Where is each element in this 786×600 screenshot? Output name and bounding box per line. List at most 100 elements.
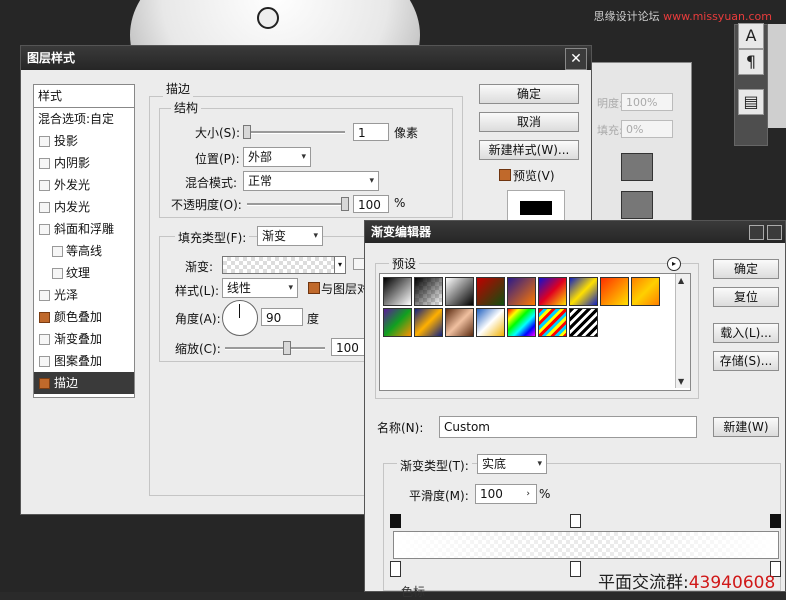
style-checkbox[interactable] xyxy=(39,290,50,301)
style-checkbox[interactable] xyxy=(52,268,63,279)
opacity-slider-handle[interactable] xyxy=(341,197,349,211)
blend-options-item[interactable]: 混合选项:自定 xyxy=(34,108,134,130)
style-item[interactable]: 内发光 xyxy=(34,196,134,218)
maximize-icon[interactable] xyxy=(767,225,782,240)
minimize-icon[interactable] xyxy=(749,225,764,240)
ge-save-button[interactable]: 存储(S)... xyxy=(713,351,779,371)
style-checkbox[interactable] xyxy=(52,246,63,257)
new-style-button[interactable]: 新建样式(W)... xyxy=(479,140,579,160)
opacity-stop-right[interactable] xyxy=(770,514,781,528)
style-item[interactable]: 颜色叠加 xyxy=(34,306,134,328)
preset-swatch[interactable] xyxy=(476,277,505,306)
style-item[interactable]: 投影 xyxy=(34,130,134,152)
style-item-label: 光泽 xyxy=(54,288,79,302)
preset-swatch[interactable] xyxy=(445,277,474,306)
blend-mode-select[interactable]: 正常 ▾ xyxy=(243,171,379,191)
preset-swatch[interactable] xyxy=(600,277,629,306)
smoothness-unit: % xyxy=(539,487,551,501)
preset-swatch[interactable] xyxy=(538,277,567,306)
style-checkbox[interactable] xyxy=(39,202,50,213)
angle-input[interactable]: 90 xyxy=(261,308,303,326)
style-item[interactable]: 等高线 xyxy=(34,240,134,262)
color-stop-left[interactable] xyxy=(390,561,401,577)
styles-header[interactable]: 样式 xyxy=(34,85,134,108)
size-slider[interactable] xyxy=(243,131,345,134)
preset-swatch[interactable] xyxy=(507,308,536,337)
style-checkbox[interactable] xyxy=(39,312,50,323)
preset-swatch[interactable] xyxy=(631,277,660,306)
style-checkbox[interactable] xyxy=(39,334,50,345)
gradient-type-label: 渐变类型(T): xyxy=(397,457,472,474)
size-input[interactable]: 1 xyxy=(353,123,389,141)
style-item[interactable]: 光泽 xyxy=(34,284,134,306)
gradient-editor-titlebar[interactable]: 渐变编辑器 xyxy=(365,221,785,243)
layers-opacity-field[interactable]: 100% xyxy=(621,93,673,111)
align-checkbox[interactable] xyxy=(308,282,320,294)
ge-load-button[interactable]: 载入(L)... xyxy=(713,323,779,343)
scale-input[interactable]: 100 xyxy=(331,338,367,356)
scale-slider[interactable] xyxy=(225,347,325,350)
preset-swatch[interactable] xyxy=(569,308,598,337)
gradient-bar[interactable] xyxy=(393,531,779,559)
preset-swatch[interactable] xyxy=(507,277,536,306)
preset-swatch[interactable] xyxy=(538,308,567,337)
style-checkbox[interactable] xyxy=(39,136,50,147)
style-checkbox[interactable] xyxy=(39,378,50,389)
ge-new-button[interactable]: 新建(W) xyxy=(713,417,779,437)
layer-thumbnail[interactable] xyxy=(621,191,653,219)
fill-type-select[interactable]: 渐变 ▾ xyxy=(257,226,323,246)
smoothness-label: 平滑度(M): xyxy=(409,489,469,503)
preset-swatch[interactable] xyxy=(445,308,474,337)
opacity-stop-left[interactable] xyxy=(390,514,401,528)
ge-reset-button[interactable]: 复位 xyxy=(713,287,779,307)
color-stop-mid[interactable] xyxy=(570,561,581,577)
ok-button[interactable]: 确定 xyxy=(479,84,579,104)
style-item[interactable]: 描边 xyxy=(34,372,134,394)
style-checkbox[interactable] xyxy=(39,180,50,191)
ge-ok-button[interactable]: 确定 xyxy=(713,259,779,279)
gradient-type-select[interactable]: 实底 ▾ xyxy=(477,454,547,474)
style-item[interactable]: 外发光 xyxy=(34,174,134,196)
style-select[interactable]: 线性 ▾ xyxy=(222,278,298,298)
layer-style-titlebar[interactable]: 图层样式 xyxy=(21,46,591,70)
opacity-unit: % xyxy=(394,196,406,210)
style-item[interactable]: 渐变叠加 xyxy=(34,328,134,350)
style-checkbox[interactable] xyxy=(39,356,50,367)
gradient-preview[interactable] xyxy=(222,256,336,274)
close-icon[interactable]: ✕ xyxy=(565,48,587,70)
preset-swatch[interactable] xyxy=(414,277,443,306)
preset-swatch[interactable] xyxy=(569,277,598,306)
style-item[interactable]: 内阴影 xyxy=(34,152,134,174)
angle-dial[interactable] xyxy=(222,300,258,336)
preset-swatch[interactable] xyxy=(383,277,412,306)
style-item[interactable]: 图案叠加 xyxy=(34,350,134,372)
scale-slider-handle[interactable] xyxy=(283,341,291,355)
position-select[interactable]: 外部 ▾ xyxy=(243,147,311,167)
style-item[interactable]: 斜面和浮雕 xyxy=(34,218,134,240)
layers-fill-field[interactable]: 0% xyxy=(621,120,673,138)
style-item[interactable]: 纹理 xyxy=(34,262,134,284)
preset-swatch[interactable] xyxy=(476,308,505,337)
presets-menu-icon[interactable]: ▸ xyxy=(667,257,681,271)
preset-swatch[interactable] xyxy=(383,308,412,337)
preview-checkbox[interactable] xyxy=(499,169,511,181)
presets-scrollbar[interactable]: ▲ ▼ xyxy=(675,274,690,388)
gradient-editor-dialog: 渐变编辑器 预设 ▸ ▲ ▼ 确定 复位 载入(L)... 存储(S)... 名… xyxy=(364,220,786,599)
layer-thumbnail[interactable] xyxy=(621,153,653,181)
style-checkbox[interactable] xyxy=(39,158,50,169)
opacity-slider[interactable] xyxy=(247,203,347,206)
opacity-input[interactable]: 100 xyxy=(353,195,389,213)
smoothness-input[interactable]: 100 › xyxy=(475,484,537,504)
name-input[interactable]: Custom xyxy=(439,416,697,438)
cancel-button[interactable]: 取消 xyxy=(479,112,579,132)
style-checkbox[interactable] xyxy=(39,224,50,235)
type-tool-icon[interactable]: A xyxy=(738,23,764,49)
style-item-label: 等高线 xyxy=(66,244,103,258)
gradient-dropdown-icon[interactable]: ▾ xyxy=(334,256,346,274)
preset-swatch[interactable] xyxy=(414,308,443,337)
panel-icon[interactable]: ▤ xyxy=(738,89,764,115)
paragraph-icon[interactable]: ¶ xyxy=(738,49,764,75)
presets-label: 预设 xyxy=(389,255,420,272)
opacity-stop-mid[interactable] xyxy=(570,514,581,528)
size-slider-handle[interactable] xyxy=(243,125,251,139)
